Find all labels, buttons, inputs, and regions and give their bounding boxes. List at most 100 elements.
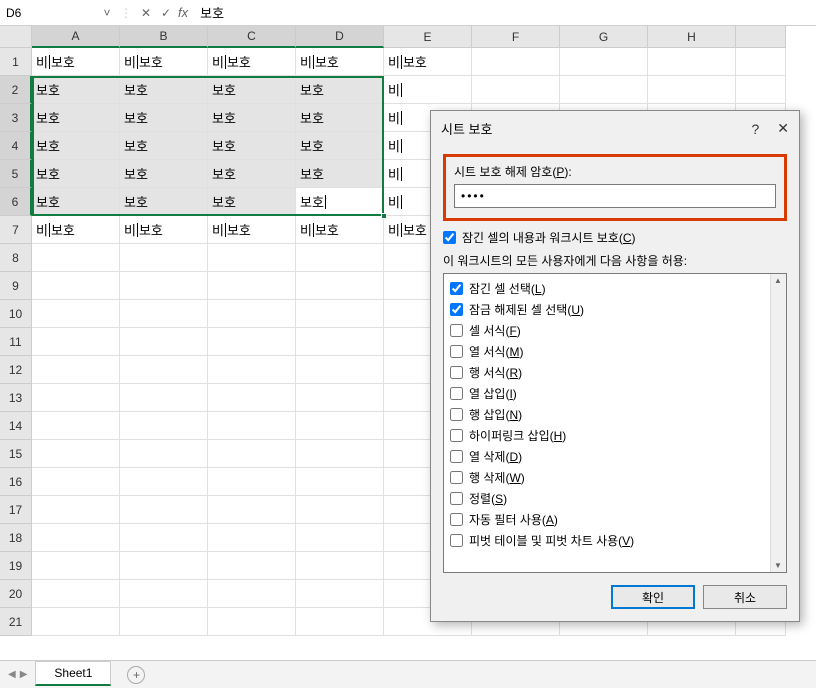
permission-checkbox[interactable] xyxy=(450,492,463,505)
cell[interactable] xyxy=(32,384,120,412)
permission-item[interactable]: 열 서식(M) xyxy=(450,341,780,362)
cell[interactable]: 보호 xyxy=(32,132,120,160)
permission-item[interactable]: 열 삽입(I) xyxy=(450,383,780,404)
cell[interactable] xyxy=(296,412,384,440)
cell[interactable]: 비보호 xyxy=(296,216,384,244)
permission-checkbox[interactable] xyxy=(450,345,463,358)
row-header-20[interactable]: 20 xyxy=(0,580,32,608)
permission-checkbox[interactable] xyxy=(450,303,463,316)
cell[interactable] xyxy=(120,608,208,636)
cell[interactable] xyxy=(32,328,120,356)
cell[interactable]: 보호 xyxy=(296,132,384,160)
row-header-10[interactable]: 10 xyxy=(0,300,32,328)
tab-prev-icon[interactable]: ◀ xyxy=(8,669,16,680)
cell[interactable] xyxy=(296,468,384,496)
cell[interactable] xyxy=(560,48,648,76)
row-header-1[interactable]: 1 xyxy=(0,48,32,76)
col-header-C[interactable]: C xyxy=(208,26,296,48)
cell[interactable] xyxy=(296,328,384,356)
permission-item[interactable]: 잠금 해제된 셀 선택(U) xyxy=(450,299,780,320)
col-header-A[interactable]: A xyxy=(32,26,120,48)
cell[interactable]: 비보호 xyxy=(296,48,384,76)
col-header-D[interactable]: D xyxy=(296,26,384,48)
cell[interactable] xyxy=(208,300,296,328)
cell[interactable] xyxy=(32,412,120,440)
cancel-button[interactable]: 취소 xyxy=(703,585,787,609)
cell[interactable] xyxy=(296,608,384,636)
cell[interactable]: 보호 xyxy=(208,188,296,216)
col-header-E[interactable]: E xyxy=(384,26,472,48)
cell[interactable] xyxy=(208,468,296,496)
col-header-F[interactable]: F xyxy=(472,26,560,48)
cell[interactable] xyxy=(32,356,120,384)
cell[interactable] xyxy=(120,412,208,440)
permission-item[interactable]: 잠긴 셀 선택(L) xyxy=(450,278,780,299)
cell[interactable]: 보호 xyxy=(296,188,384,216)
cell[interactable] xyxy=(648,76,736,104)
permission-checkbox[interactable] xyxy=(450,408,463,421)
permissions-list[interactable]: 잠긴 셀 선택(L)잠금 해제된 셀 선택(U)셀 서식(F)열 서식(M)행 … xyxy=(443,273,787,573)
cell[interactable]: 보호 xyxy=(208,104,296,132)
row-header-18[interactable]: 18 xyxy=(0,524,32,552)
name-box-dropdown-icon[interactable]: ˅ xyxy=(98,6,116,20)
cancel-formula-icon[interactable]: ✕ xyxy=(136,6,156,20)
cell[interactable] xyxy=(296,244,384,272)
cell[interactable] xyxy=(208,496,296,524)
cell[interactable] xyxy=(560,76,648,104)
cell[interactable] xyxy=(296,524,384,552)
cell[interactable] xyxy=(296,384,384,412)
permission-checkbox[interactable] xyxy=(450,282,463,295)
row-header-13[interactable]: 13 xyxy=(0,384,32,412)
col-header-H[interactable]: H xyxy=(648,26,736,48)
col-header-B[interactable]: B xyxy=(120,26,208,48)
cell[interactable] xyxy=(32,608,120,636)
dialog-titlebar[interactable]: 시트 보호 ? ✕ xyxy=(431,111,799,146)
cell[interactable] xyxy=(736,48,786,76)
cell[interactable] xyxy=(32,468,120,496)
cell[interactable]: 비 xyxy=(384,76,472,104)
cell[interactable] xyxy=(208,552,296,580)
row-header-11[interactable]: 11 xyxy=(0,328,32,356)
cell[interactable] xyxy=(208,580,296,608)
cell[interactable]: 비보호 xyxy=(32,48,120,76)
permission-checkbox[interactable] xyxy=(450,534,463,547)
cell[interactable]: 보호 xyxy=(208,132,296,160)
cell[interactable] xyxy=(32,552,120,580)
cell[interactable] xyxy=(120,552,208,580)
protect-contents-checkbox[interactable] xyxy=(443,231,456,244)
cell[interactable] xyxy=(648,48,736,76)
cell[interactable] xyxy=(472,48,560,76)
cell[interactable]: 보호 xyxy=(32,188,120,216)
cell[interactable]: 보호 xyxy=(296,160,384,188)
row-header-21[interactable]: 21 xyxy=(0,608,32,636)
permissions-scrollbar[interactable] xyxy=(770,274,786,572)
help-icon[interactable]: ? xyxy=(751,121,759,137)
cell[interactable]: 비보호 xyxy=(208,216,296,244)
cell[interactable] xyxy=(32,580,120,608)
permission-item[interactable]: 하이퍼링크 삽입(H) xyxy=(450,425,780,446)
cell[interactable] xyxy=(296,580,384,608)
confirm-formula-icon[interactable]: ✓ xyxy=(156,6,176,20)
cell[interactable]: 보호 xyxy=(208,76,296,104)
permission-checkbox[interactable] xyxy=(450,513,463,526)
protect-contents-checkbox-row[interactable]: 잠긴 셀의 내용과 워크시트 보호(C) xyxy=(443,229,787,246)
cell[interactable]: 보호 xyxy=(32,104,120,132)
row-header-4[interactable]: 4 xyxy=(0,132,32,160)
cell[interactable] xyxy=(120,328,208,356)
cell[interactable] xyxy=(208,412,296,440)
cell[interactable]: 비보호 xyxy=(120,216,208,244)
cell[interactable]: 비보호 xyxy=(32,216,120,244)
close-icon[interactable]: ✕ xyxy=(777,120,789,137)
row-header-16[interactable]: 16 xyxy=(0,468,32,496)
cell[interactable] xyxy=(472,76,560,104)
cell[interactable]: 보호 xyxy=(120,104,208,132)
cell[interactable] xyxy=(208,328,296,356)
permission-checkbox[interactable] xyxy=(450,324,463,337)
row-header-15[interactable]: 15 xyxy=(0,440,32,468)
ok-button[interactable]: 확인 xyxy=(611,585,695,609)
row-header-12[interactable]: 12 xyxy=(0,356,32,384)
cell[interactable]: 보호 xyxy=(208,160,296,188)
row-header-9[interactable]: 9 xyxy=(0,272,32,300)
permission-item[interactable]: 자동 필터 사용(A) xyxy=(450,509,780,530)
cell[interactable] xyxy=(32,524,120,552)
